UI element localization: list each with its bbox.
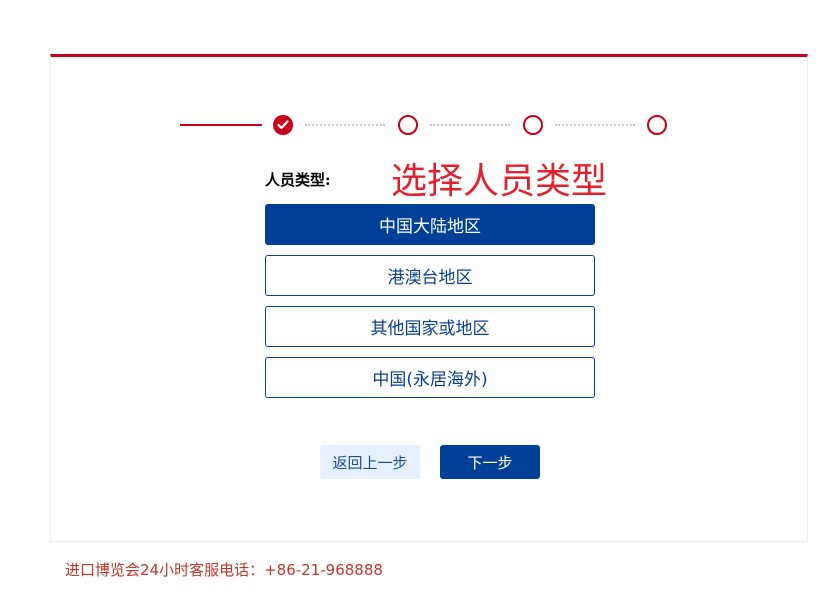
step-4 bbox=[647, 115, 667, 135]
back-button[interactable]: 返回上一步 bbox=[320, 445, 420, 479]
option-hk-macao-taiwan[interactable]: 港澳台地区 bbox=[265, 255, 595, 296]
stepper-line-pending bbox=[555, 124, 635, 126]
next-button[interactable]: 下一步 bbox=[440, 445, 540, 479]
person-type-label: 人员类型: bbox=[265, 171, 331, 189]
stepper-line-completed bbox=[180, 124, 262, 126]
option-mainland-china[interactable]: 中国大陆地区 bbox=[265, 204, 595, 245]
step-2 bbox=[398, 115, 418, 135]
option-other-countries[interactable]: 其他国家或地区 bbox=[265, 306, 595, 347]
footer-hotline: 进口博览会24小时客服电话：+86-21-968888 bbox=[65, 559, 383, 580]
option-china-overseas-resident[interactable]: 中国(永居海外) bbox=[265, 357, 595, 398]
check-icon bbox=[277, 120, 289, 130]
hotline-label: 进口博览会24小时客服电话： bbox=[65, 561, 265, 579]
annotation-text: 选择人员类型 bbox=[391, 161, 608, 202]
step-1-completed bbox=[273, 115, 293, 135]
stepper-line-pending bbox=[430, 124, 510, 126]
step-3 bbox=[523, 115, 543, 135]
stepper-line-pending bbox=[305, 124, 385, 126]
progress-stepper bbox=[180, 114, 670, 136]
hotline-number: +86-21-968888 bbox=[264, 561, 383, 579]
